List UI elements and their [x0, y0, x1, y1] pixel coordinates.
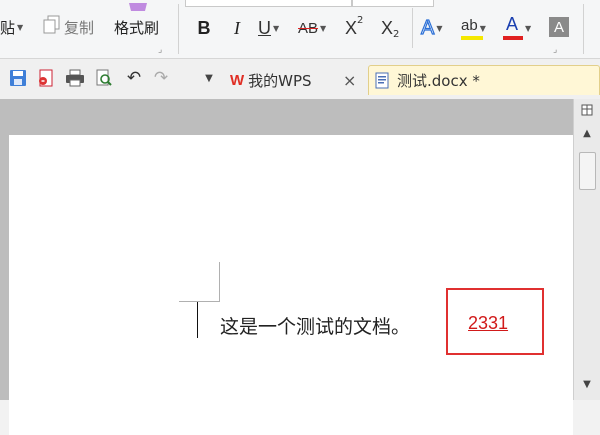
highlight-color-bar	[461, 36, 483, 40]
font-launcher-icon[interactable]: ⌟	[553, 45, 557, 55]
char-shading-button[interactable]: A	[549, 17, 569, 37]
font-color-icon: A	[503, 14, 523, 42]
text-effect-label: A	[420, 16, 435, 39]
scrollbar-thumb[interactable]	[579, 152, 596, 190]
scroll-down-icon[interactable]: ▼	[579, 377, 595, 391]
italic-button[interactable]: I	[226, 14, 248, 42]
chevron-down-icon: ▼	[320, 23, 327, 33]
redo-icon[interactable]: ↷	[150, 67, 172, 89]
ribbon: 贴 ▼ 复制 格式刷 ⌟ B I U ▼ AB ▼ X 2 X 2 A ▼ ab…	[0, 0, 600, 59]
group-separator	[583, 4, 584, 54]
customize-toolbar-icon[interactable]: ▼	[198, 67, 220, 89]
font-color-button[interactable]: A ▼	[503, 14, 531, 42]
scroll-up-icon[interactable]: ▲	[579, 126, 595, 140]
highlight-button[interactable]: ab ▼	[461, 14, 486, 42]
chevron-down-icon: ▼	[525, 23, 532, 33]
strikethrough-button[interactable]: AB ▼	[298, 14, 326, 42]
subscript-base: X	[381, 17, 394, 38]
bold-button[interactable]: B	[193, 14, 215, 42]
vertical-scrollbar[interactable]: ▲ ▼	[573, 99, 600, 400]
underline-button[interactable]: U ▼	[258, 14, 279, 42]
subscript-mark: 2	[393, 28, 400, 40]
print-icon[interactable]	[64, 67, 86, 89]
text-cursor	[197, 302, 198, 338]
tab-test-docx[interactable]: 测试.docx *	[368, 65, 600, 95]
chevron-down-icon: ▼	[17, 23, 24, 32]
tab-my-wps-label: 我的WPS	[248, 71, 312, 90]
print-preview-icon[interactable]	[93, 67, 115, 89]
paste-button[interactable]: 贴 ▼	[0, 17, 23, 38]
subscript-button[interactable]: X 2	[381, 14, 399, 42]
tab-my-wps[interactable]: W 我的WPS	[230, 65, 312, 95]
annotation-highlight-box	[446, 288, 544, 355]
copy-icon	[43, 15, 61, 39]
highlight-icon: ab	[461, 14, 483, 42]
paste-label: 贴	[0, 19, 16, 37]
superscript-mark: 2	[357, 14, 364, 26]
wps-logo-icon: W	[230, 71, 245, 89]
underline-label: U	[258, 17, 271, 38]
superscript-button[interactable]: X 2	[345, 14, 363, 42]
char-shading-label: A	[553, 18, 564, 36]
undo-icon[interactable]: ↶	[123, 67, 145, 89]
chevron-down-icon: ▼	[436, 23, 443, 33]
document-body-text[interactable]: 这是一个测试的文档。	[220, 312, 410, 339]
copy-button[interactable]: 复制	[43, 15, 94, 39]
margin-mark-horizontal	[179, 301, 220, 302]
export-pdf-icon[interactable]	[35, 67, 57, 89]
font-color-bar	[503, 36, 523, 40]
font-name-box[interactable]	[185, 0, 352, 7]
highlight-label: ab	[461, 17, 478, 34]
group-separator	[178, 4, 179, 54]
format-painter-button[interactable]: 格式刷	[112, 0, 164, 44]
text-effect-button[interactable]: A ▼	[420, 14, 443, 42]
superscript-base: X	[345, 17, 358, 38]
copy-label: 复制	[64, 18, 95, 37]
font-color-label: A	[506, 14, 519, 34]
group-separator	[412, 8, 413, 48]
document-page[interactable]	[9, 135, 573, 435]
tab-test-docx-label: 测试.docx *	[397, 72, 480, 90]
clipboard-launcher-icon[interactable]: ⌟	[158, 45, 162, 55]
close-tab-icon[interactable]: ×	[343, 71, 356, 90]
chevron-down-icon: ▼	[273, 23, 280, 33]
font-size-box[interactable]	[352, 0, 434, 7]
format-painter-label: 格式刷	[114, 19, 160, 37]
strike-label: AB	[298, 19, 319, 37]
margin-mark-vertical	[219, 262, 220, 302]
chevron-down-icon: ▼	[479, 23, 486, 33]
save-icon[interactable]	[7, 67, 29, 89]
quick-access-toolbar: ↶ ↷ ▼ W 我的WPS × 测试.docx *	[0, 59, 600, 100]
split-view-icon[interactable]	[579, 103, 595, 117]
document-icon	[375, 72, 391, 90]
